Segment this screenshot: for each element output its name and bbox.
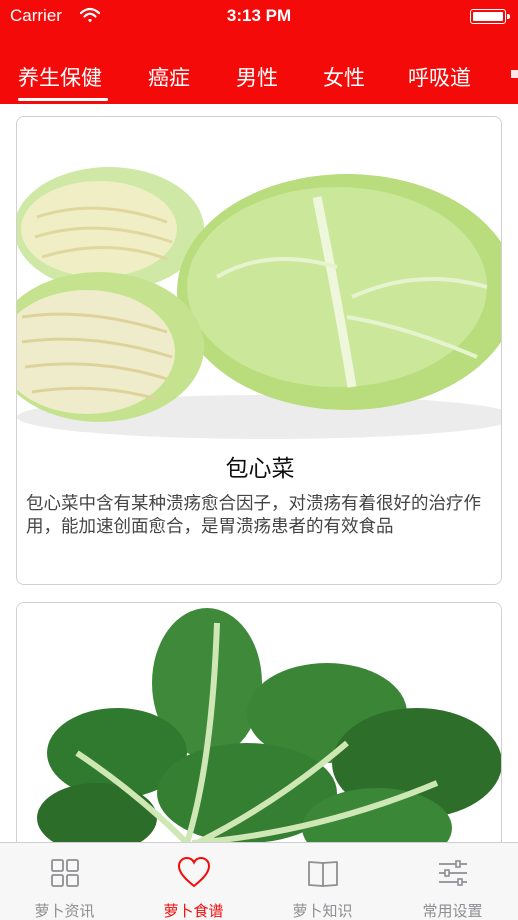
cabbage-image (17, 117, 501, 440)
sliders-icon (439, 860, 467, 886)
food-card[interactable]: 包心菜 包心菜中含有某种溃疡愈合因子，对溃疡有着很好的治疗作用，能加速创面愈合，… (16, 116, 502, 585)
selected-tab-indicator (18, 98, 108, 101)
tab-male[interactable]: 男性 (236, 62, 278, 92)
grid-icon (51, 859, 79, 887)
status-time: 3:13 PM (226, 6, 292, 25)
food-description: 包心菜中含有某种溃疡愈合因子，对溃疡有着很好的治疗作用，能加速创面愈合，是胃溃疡… (26, 494, 481, 537)
category-tabs: 养生保健 癌症 男性 女性 呼吸道 (0, 56, 518, 104)
status-bar: Carrier 3:13 PM (0, 0, 518, 34)
battery-icon (470, 9, 510, 24)
tabbar-item-recipes[interactable]: 萝卜食谱 (129, 843, 258, 920)
food-title: 包心菜 (225, 456, 295, 482)
tabbar-item-news[interactable]: 萝卜资讯 (0, 843, 129, 920)
tabbar-label: 萝卜知识 (292, 902, 353, 920)
header-bar: Carrier 3:13 PM 养生保健 癌症 男性 女性 呼吸道 (0, 0, 518, 104)
tab-respiratory[interactable]: 呼吸道 (408, 62, 471, 92)
heart-icon (177, 856, 211, 888)
tab-health-care[interactable]: 养生保健 (18, 62, 102, 92)
tabbar-item-knowledge[interactable]: 萝卜知识 (258, 843, 387, 920)
tab-overflow-hint (511, 70, 518, 78)
tab-female[interactable]: 女性 (323, 62, 365, 92)
bottom-tab-bar: 萝卜资讯 萝卜食谱 萝卜知识 常用设置 (0, 842, 518, 920)
book-icon (308, 861, 338, 887)
tabbar-item-settings[interactable]: 常用设置 (388, 843, 517, 920)
tabbar-label: 萝卜资讯 (34, 902, 95, 920)
tabbar-label: 萝卜食谱 (163, 902, 224, 920)
tabbar-label: 常用设置 (422, 902, 483, 920)
tab-cancer[interactable]: 癌症 (148, 62, 190, 92)
